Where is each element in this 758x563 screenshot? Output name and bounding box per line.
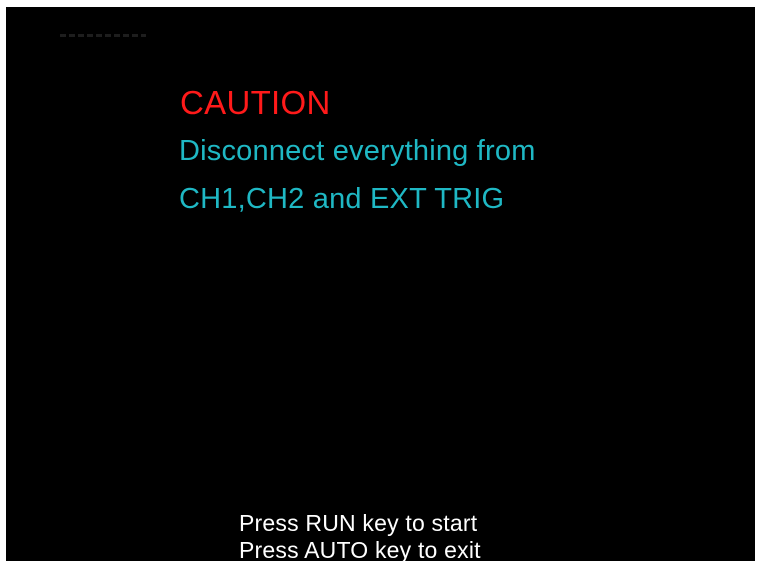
- run-key-instruction: Press RUN key to start: [239, 510, 478, 536]
- caution-message-line-1: Disconnect everything from: [179, 135, 536, 167]
- faint-header-marking: [60, 34, 146, 37]
- auto-key-instruction: Press AUTO key to exit: [239, 537, 481, 563]
- oscilloscope-screen: CAUTION Disconnect everything from CH1,C…: [6, 7, 755, 563]
- caution-message-line-2: CH1,CH2 and EXT TRIG: [179, 183, 505, 215]
- caution-title: CAUTION: [180, 84, 331, 121]
